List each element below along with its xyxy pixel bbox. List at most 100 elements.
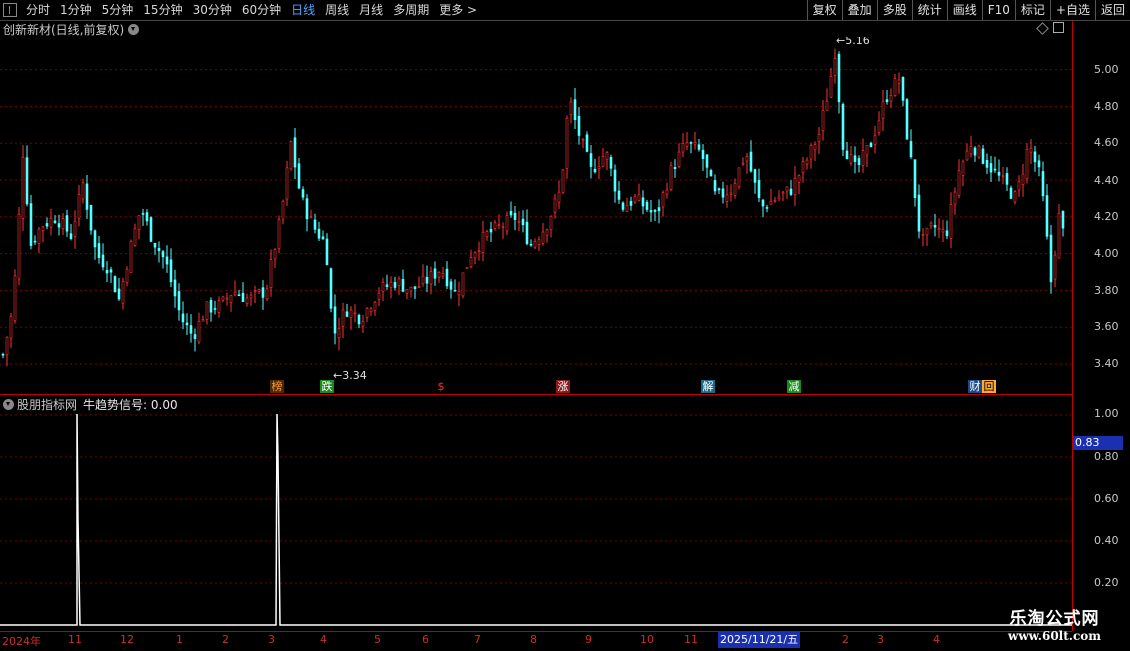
date-label: 7 [474,633,481,646]
toolbar-button[interactable]: 标记 [1014,0,1050,20]
panel-toggle-icon[interactable] [3,3,17,17]
candle-body [633,196,637,203]
candle-body [377,292,381,300]
candle-body [225,297,229,300]
candle-body [105,269,109,274]
candle-body [37,228,41,244]
candle-body [229,295,233,303]
period-tab[interactable]: 30分钟 [188,0,237,20]
candle-body [337,328,341,339]
event-marker[interactable]: 涨 [556,380,570,393]
candle-body [693,142,697,145]
candle-body [977,145,981,158]
candle-body [489,228,493,233]
indicator-chart[interactable] [0,395,1072,631]
period-toolbar: 分时 1分钟 5分钟 15分钟 30分钟 60分钟 日线 周线 月线 多周期 更多 > 复权 叠加 多股… [0,0,1130,21]
toolbar-button[interactable]: 复权 [806,0,842,20]
period-tab[interactable]: 日线 [286,0,320,20]
candle-body [53,220,57,224]
candle-body [65,215,69,232]
candle-body [285,167,289,200]
candle-body [269,259,273,288]
event-marker[interactable]: $ [434,380,448,393]
candle-body [441,273,445,277]
candle-body [609,156,613,169]
event-marker[interactable]: 跌 [320,380,334,393]
toolbar-button[interactable]: 返回 [1094,0,1130,20]
candle-body [809,145,813,160]
candle-body [1049,234,1053,283]
candle-body [709,170,713,177]
toolbar-button[interactable]: +自选 [1049,0,1095,20]
candle-body [241,292,245,302]
candle-body [33,240,37,243]
candle-body [741,162,745,165]
period-tab[interactable]: 1分钟 [55,0,97,20]
toolbar-button[interactable]: 多股 [876,0,912,20]
period-tab[interactable]: 周线 [320,0,354,20]
toolbar-button[interactable]: 统计 [911,0,947,20]
price-tick-label: 3.80 [1094,284,1119,297]
candle-body [745,156,749,162]
event-marker[interactable]: 减 [787,380,801,393]
candle-body [309,216,313,219]
candle-body [481,231,485,253]
toolbar-button[interactable]: F10 [981,0,1015,20]
candle-body [913,159,917,199]
window-icon[interactable] [1053,22,1064,33]
event-marker[interactable]: 解 [701,380,715,393]
candle-body [613,169,617,192]
toolbar-button[interactable]: 叠加 [841,0,877,20]
watermark-url: www.60lt.com [1008,629,1101,643]
candle-body [701,149,705,159]
candle-body [821,110,825,132]
candle-body [909,141,913,158]
period-tab[interactable]: 月线 [354,0,388,20]
chevron-down-icon[interactable] [128,23,140,35]
candle-body [573,99,577,121]
diamond-icon[interactable] [1036,22,1049,35]
candle-body [161,251,165,258]
candle-body [689,142,693,144]
indicator-tick-label: 1.00 [1094,407,1119,420]
candle-body [1029,147,1033,153]
candle-body [389,281,393,288]
candle-body [629,201,633,206]
candle-body [625,205,629,212]
candle-body [829,76,833,98]
candle-body [541,231,545,244]
candlestick-chart[interactable]: ←5.16 ←3.34 [0,37,1072,393]
candle-body [1017,181,1021,191]
candle-body [957,170,961,196]
event-marker[interactable]: 回 [982,380,996,393]
toolbar-button[interactable]: 画线 [946,0,982,20]
price-tick-label: 4.00 [1094,247,1119,260]
date-label: 11 [684,633,698,646]
candle-body [657,207,661,212]
event-marker[interactable]: 财 [968,380,982,393]
date-label: 11 [68,633,82,646]
candle-body [873,135,877,145]
candle-body [357,314,361,325]
period-tab[interactable]: 更多 > [434,0,482,20]
candle-body [777,196,781,200]
date-label: 4 [933,633,940,646]
candle-body [525,221,529,245]
candle-body [669,165,673,190]
period-tab[interactable]: 60分钟 [237,0,286,20]
event-marker[interactable]: 榜 [270,380,284,393]
candle-body [757,180,761,198]
period-tab[interactable]: 5分钟 [97,0,139,20]
candle-body [261,287,265,298]
candle-body [373,301,377,311]
period-tab[interactable]: 多周期 [388,0,434,20]
candle-body [993,168,997,171]
period-tab[interactable]: 15分钟 [138,0,187,20]
candle-body [409,286,413,292]
period-tab[interactable]: 分时 [21,0,55,20]
candle-body [405,289,409,294]
candle-body [725,194,729,202]
candle-body [101,254,105,268]
candle-body [353,312,357,315]
candle-body [833,58,837,76]
